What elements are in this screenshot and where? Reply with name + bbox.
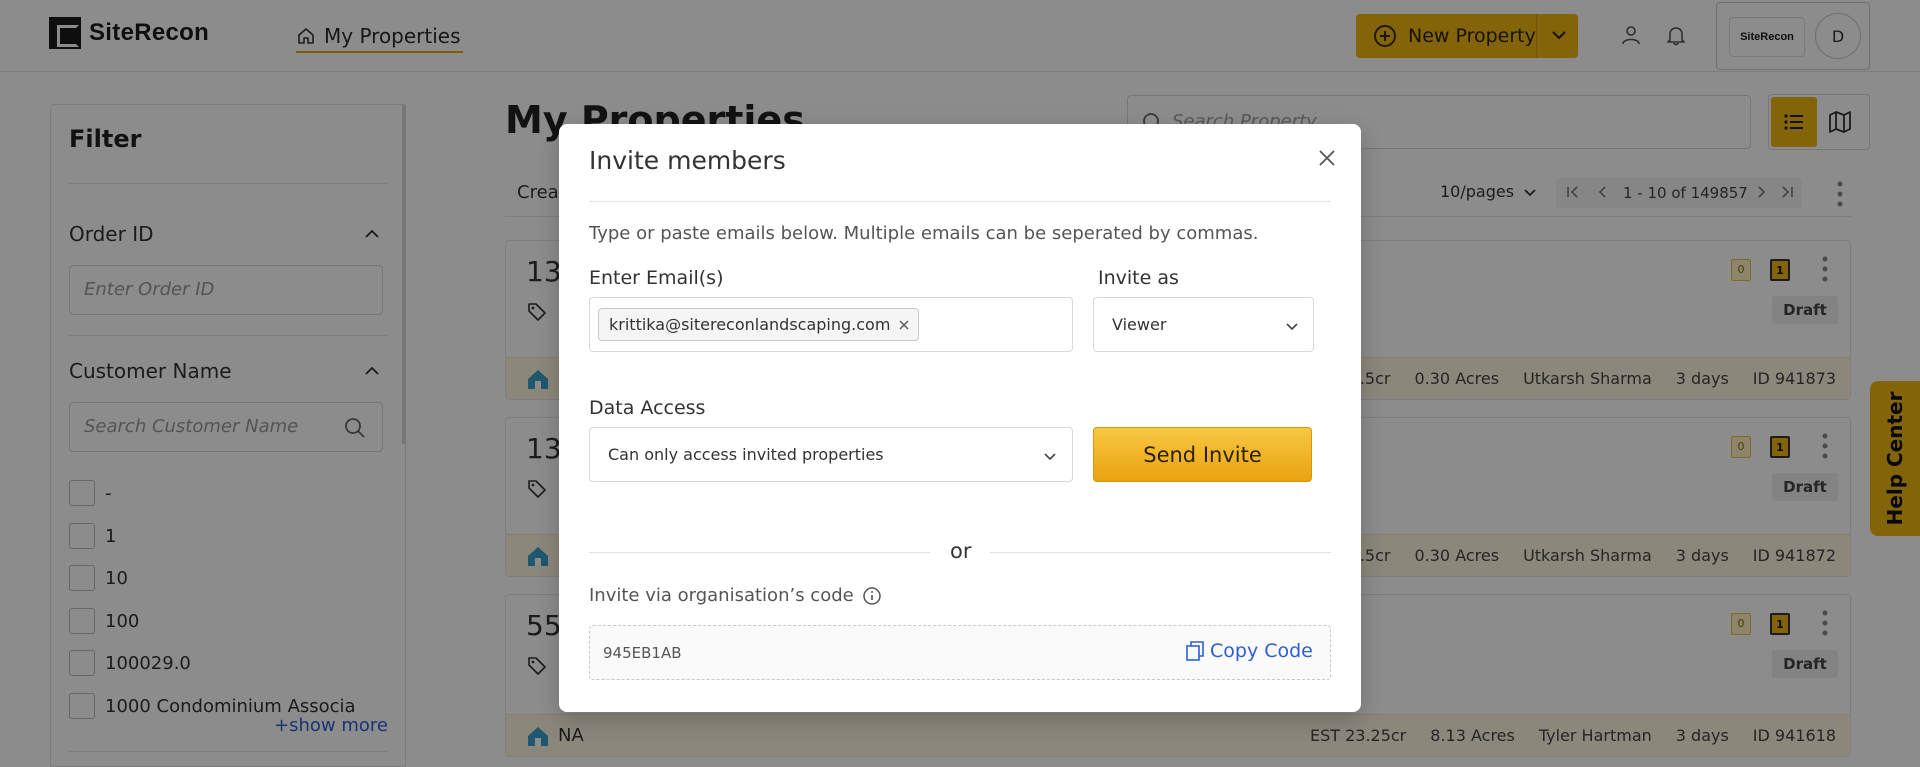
org-code-value: 945EB1AB [603,644,682,662]
divider [589,201,1331,202]
copy-code-button[interactable]: Copy Code [1184,640,1313,662]
info-icon[interactable] [862,586,882,606]
data-access-value: Can only access invited properties [608,445,884,464]
invite-as-select[interactable]: Viewer [1093,297,1314,352]
invite-members-modal: Invite members Type or paste emails belo… [559,124,1361,712]
copy-icon [1186,641,1204,661]
invite-as-label: Invite as [1098,267,1179,289]
email-label: Enter Email(s) [589,267,724,289]
chevron-down-icon [1044,453,1056,461]
copy-code-label: Copy Code [1210,640,1313,662]
send-invite-button[interactable]: Send Invite [1093,427,1312,482]
email-field[interactable]: krittika@sitereconlandscaping.com [589,297,1073,352]
invite-as-value: Viewer [1112,315,1167,334]
chevron-down-icon [1286,323,1298,331]
email-chip: krittika@sitereconlandscaping.com [598,308,920,341]
remove-chip-icon[interactable] [898,319,910,331]
org-code-label-row: Invite via organisation’s code [589,585,882,606]
modal-title: Invite members [589,146,786,175]
data-access-label: Data Access [589,397,706,419]
org-code-box: 945EB1AB Copy Code [589,625,1331,680]
send-invite-label: Send Invite [1143,442,1262,467]
divider [990,552,1331,553]
close-icon[interactable] [1317,148,1337,168]
divider [589,552,930,553]
email-chip-text: krittika@sitereconlandscaping.com [609,315,891,334]
org-code-label: Invite via organisation’s code [589,585,854,606]
modal-description: Type or paste emails below. Multiple ema… [589,223,1259,244]
data-access-select[interactable]: Can only access invited properties [589,427,1073,482]
or-separator: or [950,539,972,563]
